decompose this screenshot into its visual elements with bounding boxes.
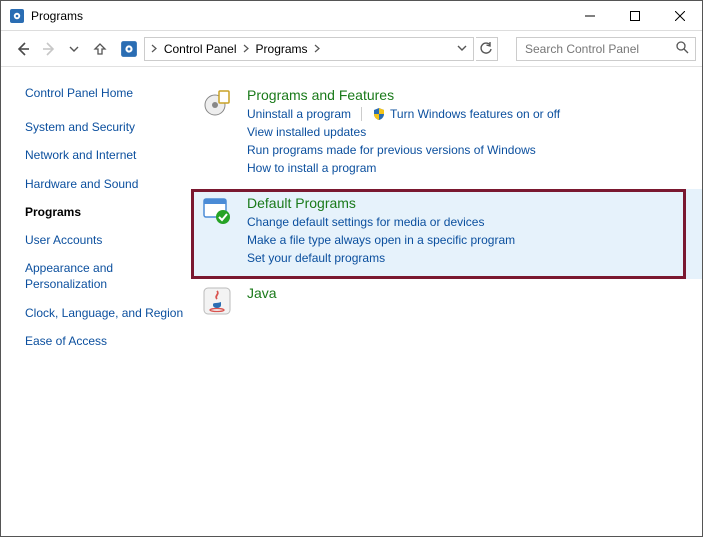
section-java: Java: [191, 279, 702, 327]
sidebar-item-programs[interactable]: Programs: [25, 204, 185, 220]
link-filetype-assoc[interactable]: Make a file type always open in a specif…: [247, 233, 525, 247]
sidebar-item-ease-of-access[interactable]: Ease of Access: [25, 333, 185, 349]
navigation-bar: Control Panel Programs Search Control Pa…: [1, 31, 702, 67]
window-title: Programs: [31, 9, 83, 23]
title-bar: Programs: [1, 1, 702, 31]
breadcrumb-programs[interactable]: Programs: [252, 42, 312, 56]
section-title[interactable]: Programs and Features: [247, 87, 692, 103]
link-media-defaults[interactable]: Change default settings for media or dev…: [247, 215, 494, 229]
link-uninstall-program[interactable]: Uninstall a program: [247, 107, 362, 121]
section-default-programs: Default Programs Change default settings…: [191, 189, 702, 279]
sidebar-item-user-accounts[interactable]: User Accounts: [25, 232, 185, 248]
java-icon: [201, 285, 233, 317]
section-title[interactable]: Default Programs: [247, 195, 692, 211]
maximize-button[interactable]: [612, 1, 657, 30]
link-run-compat[interactable]: Run programs made for previous versions …: [247, 143, 546, 157]
sidebar-item-network-internet[interactable]: Network and Internet: [25, 147, 185, 163]
link-how-install[interactable]: How to install a program: [247, 161, 386, 175]
programs-features-icon: [201, 87, 233, 119]
up-button[interactable]: [88, 35, 112, 63]
breadcrumb-control-panel[interactable]: Control Panel: [160, 42, 241, 56]
sidebar-item-control-panel-home[interactable]: Control Panel Home: [25, 85, 185, 101]
section-programs-features: Programs and Features Uninstall a progra…: [191, 81, 702, 189]
recent-locations-dropdown[interactable]: [62, 35, 86, 63]
app-icon: [9, 8, 25, 24]
link-view-updates[interactable]: View installed updates: [247, 125, 376, 139]
back-button[interactable]: [11, 35, 35, 63]
sidebar-item-appearance[interactable]: Appearance and Personalization: [25, 260, 185, 292]
link-windows-features[interactable]: Turn Windows features on or off: [372, 107, 570, 121]
shield-icon: [372, 107, 386, 121]
close-button[interactable]: [657, 1, 702, 30]
section-title[interactable]: Java: [247, 285, 692, 301]
chevron-right-icon[interactable]: [241, 44, 252, 53]
sidebar-item-clock-language[interactable]: Clock, Language, and Region: [25, 305, 185, 321]
address-dropdown[interactable]: [457, 42, 473, 56]
content-area: Programs and Features Uninstall a progra…: [191, 67, 702, 536]
sidebar-item-hardware-sound[interactable]: Hardware and Sound: [25, 176, 185, 192]
default-programs-icon: [201, 195, 233, 227]
sidebar: Control Panel Home System and Security N…: [1, 67, 191, 536]
sidebar-item-system-security[interactable]: System and Security: [25, 119, 185, 135]
chevron-right-icon[interactable]: [149, 44, 160, 53]
search-placeholder: Search Control Panel: [525, 42, 675, 56]
search-icon: [675, 40, 689, 57]
address-bar[interactable]: Control Panel Programs: [144, 37, 474, 61]
forward-button[interactable]: [37, 35, 61, 63]
search-input[interactable]: Search Control Panel: [516, 37, 696, 61]
chevron-right-icon[interactable]: [312, 44, 323, 53]
refresh-button[interactable]: [476, 37, 498, 61]
address-bar-icon: [120, 39, 138, 59]
link-set-defaults[interactable]: Set your default programs: [247, 251, 395, 265]
link-label: Turn Windows features on or off: [390, 107, 560, 121]
minimize-button[interactable]: [567, 1, 612, 30]
